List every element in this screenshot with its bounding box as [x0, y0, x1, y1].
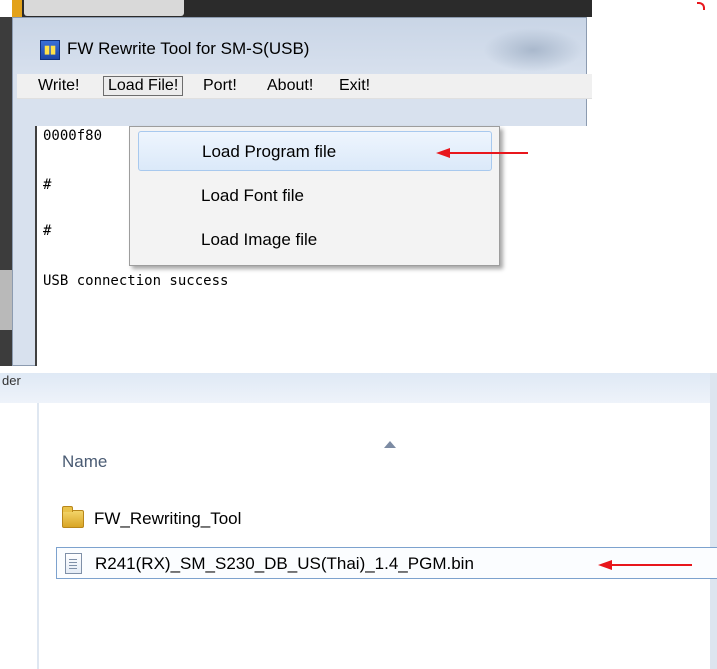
file-name: FW_Rewriting_Tool — [94, 509, 242, 528]
menu-item-label: Load Image file — [201, 230, 318, 249]
annotation-mark — [697, 2, 705, 10]
app-icon: ▮▮ — [40, 40, 60, 60]
annotation-arrow-line — [448, 152, 528, 154]
file-row-folder[interactable]: FW_Rewriting_Tool — [56, 503, 456, 535]
folder-icon — [62, 506, 84, 528]
menu-item-label: Load Program file — [202, 142, 337, 161]
nav-partial-text: der — [2, 373, 21, 388]
console-line-3: # — [43, 223, 52, 239]
menu-item-load-font-file[interactable]: Load Font file — [138, 176, 492, 216]
console-line-2: # — [43, 177, 52, 193]
menu-write[interactable]: Write! — [34, 76, 83, 96]
menu-port[interactable]: Port! — [199, 76, 241, 96]
menu-item-label: Load Font file — [201, 186, 305, 205]
taskbar-accent — [12, 0, 22, 17]
menu-bar: Write! Load File! Port! About! Exit! — [17, 74, 592, 99]
console-line-4: USB connection success — [43, 273, 229, 289]
file-row-bin[interactable]: R241(RX)_SM_S230_DB_US(Thai)_1.4_PGM.bin — [56, 547, 717, 579]
column-header-name[interactable]: Name — [62, 452, 107, 472]
annotation-arrow-head — [436, 148, 450, 158]
menu-item-load-image-file[interactable]: Load Image file — [138, 220, 492, 260]
title-bar[interactable]: ▮▮ FW Rewrite Tool for SM-S(USB) — [13, 18, 586, 76]
annotation-arrow-line — [612, 564, 692, 566]
menu-about[interactable]: About! — [263, 76, 317, 96]
scrollbar-track[interactable] — [710, 373, 717, 669]
menu-exit[interactable]: Exit! — [335, 76, 374, 96]
taskbar-tab[interactable] — [24, 0, 184, 16]
load-file-dropdown: Load Program file Load Font file Load Im… — [129, 126, 500, 266]
file-name: R241(RX)_SM_S230_DB_US(Thai)_1.4_PGM.bin — [95, 554, 474, 573]
menu-load-file[interactable]: Load File! — [103, 76, 184, 96]
annotation-arrow-head — [598, 560, 612, 570]
top-screenshot-panel: ▮▮ FW Rewrite Tool for SM-S(USB) Write! … — [0, 0, 717, 366]
sort-arrow-icon — [384, 441, 396, 448]
file-icon — [65, 553, 82, 574]
navigation-pane-border — [37, 403, 39, 669]
window-title: FW Rewrite Tool for SM-S(USB) — [67, 39, 310, 58]
console-line-1: 0000f80 — [43, 128, 103, 144]
explorer-nav-strip: der — [0, 373, 717, 403]
title-bar-controls-blur — [483, 28, 583, 72]
